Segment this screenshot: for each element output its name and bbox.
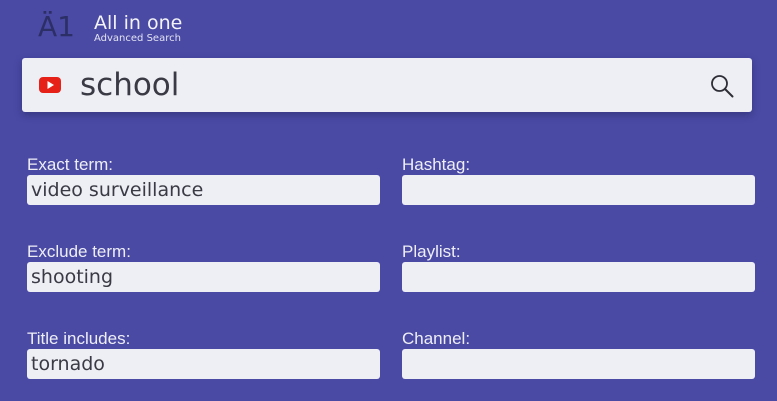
app-logo: Ä1 <box>38 10 75 43</box>
search-bar <box>22 58 752 112</box>
channel-field[interactable] <box>402 349 755 379</box>
youtube-icon[interactable] <box>39 77 61 93</box>
channel-label: Channel: <box>402 329 471 348</box>
exact-term-label: Exact term: <box>27 155 113 174</box>
hashtag-label: Hashtag: <box>402 155 471 174</box>
title-includes-label: Title includes: <box>27 329 131 348</box>
playlist-label: Playlist: <box>402 242 461 261</box>
search-input[interactable] <box>80 64 680 106</box>
title-includes-field[interactable] <box>27 349 380 379</box>
exclude-term-label: Exclude term: <box>27 242 131 261</box>
exclude-term-field[interactable] <box>27 262 380 292</box>
hashtag-field[interactable] <box>402 175 755 205</box>
search-icon[interactable] <box>710 74 734 98</box>
app-subtitle: Advanced Search <box>94 33 181 44</box>
playlist-field[interactable] <box>402 262 755 292</box>
exact-term-field[interactable] <box>27 175 380 205</box>
app-title: All in one <box>94 12 183 34</box>
